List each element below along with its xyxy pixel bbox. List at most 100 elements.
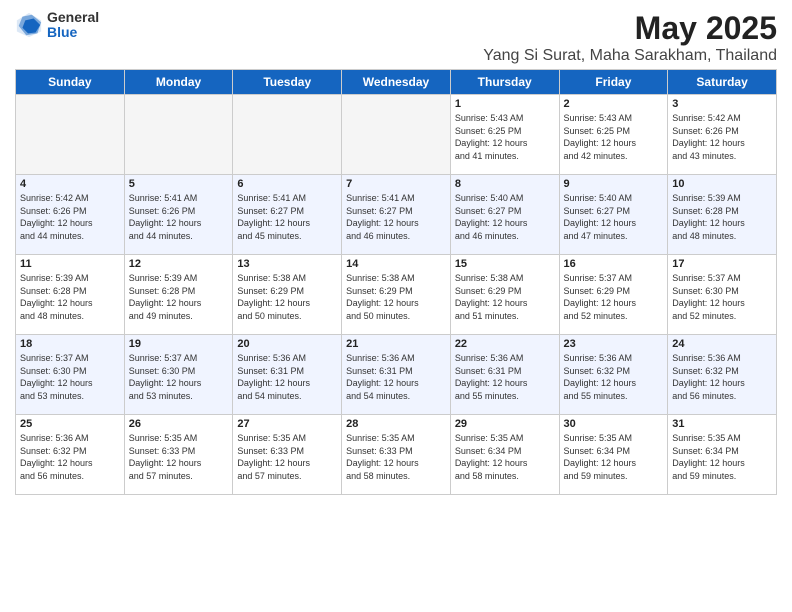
day-number: 11 [20,258,120,270]
week-row-5: 25 Sunrise: 5:36 AM Sunset: 6:32 PM Dayli… [16,415,777,495]
header-monday: Monday [124,70,233,95]
day-number: 31 [672,418,772,430]
day-number: 4 [20,178,120,190]
table-row: 21 Sunrise: 5:36 AM Sunset: 6:31 PM Dayli… [342,335,451,415]
table-row: 3Sunrise: 5:42 AM Sunset: 6:26 PM Daylig… [668,95,777,175]
cell-info: Sunrise: 5:38 AM Sunset: 6:29 PM Dayligh… [455,272,555,322]
day-number: 26 [129,418,229,430]
cell-info: Sunrise: 5:38 AM Sunset: 6:29 PM Dayligh… [237,272,337,322]
page-container: General Blue May 2025 Yang Si Surat, Mah… [0,0,792,500]
day-number: 2 [564,98,664,110]
table-row: 27 Sunrise: 5:35 AM Sunset: 6:33 PM Dayli… [233,415,342,495]
table-row: 7Sunrise: 5:41 AM Sunset: 6:27 PM Daylig… [342,175,451,255]
cell-info: Sunrise: 5:36 AM Sunset: 6:32 PM Dayligh… [564,352,664,402]
cell-info: Sunrise: 5:36 AM Sunset: 6:32 PM Dayligh… [672,352,772,402]
day-number: 24 [672,338,772,350]
cell-info: Sunrise: 5:35 AM Sunset: 6:33 PM Dayligh… [346,432,446,482]
table-row: 1 Sunrise: 5:43 AM Sunset: 6:25 PM Daylig… [450,95,559,175]
table-row: 17 Sunrise: 5:37 AM Sunset: 6:30 PM Dayli… [668,255,777,335]
header-wednesday: Wednesday [342,70,451,95]
calendar-table: Sunday Monday Tuesday Wednesday Thursday… [15,69,777,495]
cell-info: Sunrise: 5:40 AM Sunset: 6:27 PM Dayligh… [564,192,664,242]
cell-info: Sunrise: 5:39 AM Sunset: 6:28 PM Dayligh… [672,192,772,242]
day-number: 18 [20,338,120,350]
day-number: 9 [564,178,664,190]
table-row [124,95,233,175]
day-number: 30 [564,418,664,430]
title-block: May 2025 Yang Si Surat, Maha Sarakham, T… [483,10,777,65]
table-row: 29 Sunrise: 5:35 AM Sunset: 6:34 PM Dayli… [450,415,559,495]
cell-info: Sunrise: 5:36 AM Sunset: 6:32 PM Dayligh… [20,432,120,482]
main-title: May 2025 [483,10,777,47]
cell-info: Sunrise: 5:43 AM Sunset: 6:25 PM Dayligh… [455,112,555,162]
day-number: 12 [129,258,229,270]
day-number: 20 [237,338,337,350]
table-row: 22Sunrise: 5:36 AM Sunset: 6:31 PM Dayli… [450,335,559,415]
cell-info: Sunrise: 5:38 AM Sunset: 6:29 PM Dayligh… [346,272,446,322]
cell-info: Sunrise: 5:35 AM Sunset: 6:34 PM Dayligh… [564,432,664,482]
table-row: 23 Sunrise: 5:36 AM Sunset: 6:32 PM Dayli… [559,335,668,415]
week-row-2: 4Sunrise: 5:42 AM Sunset: 6:26 PM Daylig… [16,175,777,255]
table-row: 12 Sunrise: 5:39 AM Sunset: 6:28 PM Dayli… [124,255,233,335]
table-row: 13 Sunrise: 5:38 AM Sunset: 6:29 PM Dayli… [233,255,342,335]
day-number: 25 [20,418,120,430]
table-row: 14Sunrise: 5:38 AM Sunset: 6:29 PM Dayli… [342,255,451,335]
day-number: 28 [346,418,446,430]
day-number: 29 [455,418,555,430]
logo-general-text: General [47,10,99,25]
table-row [233,95,342,175]
header-saturday: Saturday [668,70,777,95]
day-number: 17 [672,258,772,270]
cell-info: Sunrise: 5:36 AM Sunset: 6:31 PM Dayligh… [346,352,446,402]
week-row-4: 18Sunrise: 5:37 AM Sunset: 6:30 PM Dayli… [16,335,777,415]
table-row: 30 Sunrise: 5:35 AM Sunset: 6:34 PM Dayli… [559,415,668,495]
logo-text: General Blue [47,10,99,41]
table-row [342,95,451,175]
table-row: 5 Sunrise: 5:41 AM Sunset: 6:26 PM Daylig… [124,175,233,255]
day-number: 8 [455,178,555,190]
day-number: 22 [455,338,555,350]
cell-info: Sunrise: 5:37 AM Sunset: 6:30 PM Dayligh… [672,272,772,322]
day-number: 5 [129,178,229,190]
day-number: 10 [672,178,772,190]
day-number: 27 [237,418,337,430]
subtitle: Yang Si Surat, Maha Sarakham, Thailand [483,47,777,65]
cell-info: Sunrise: 5:35 AM Sunset: 6:33 PM Dayligh… [129,432,229,482]
cell-info: Sunrise: 5:40 AM Sunset: 6:27 PM Dayligh… [455,192,555,242]
header-row: Sunday Monday Tuesday Wednesday Thursday… [16,70,777,95]
cell-info: Sunrise: 5:35 AM Sunset: 6:34 PM Dayligh… [672,432,772,482]
table-row: 24 Sunrise: 5:36 AM Sunset: 6:32 PM Dayli… [668,335,777,415]
day-number: 15 [455,258,555,270]
header-thursday: Thursday [450,70,559,95]
day-number: 1 [455,98,555,110]
table-row: 15 Sunrise: 5:38 AM Sunset: 6:29 PM Dayli… [450,255,559,335]
table-row: 6Sunrise: 5:41 AM Sunset: 6:27 PM Daylig… [233,175,342,255]
table-row: 16Sunrise: 5:37 AM Sunset: 6:29 PM Dayli… [559,255,668,335]
logo-blue-text: Blue [47,25,99,40]
table-row: 2 Sunrise: 5:43 AM Sunset: 6:25 PM Daylig… [559,95,668,175]
cell-info: Sunrise: 5:43 AM Sunset: 6:25 PM Dayligh… [564,112,664,162]
table-row: 26 Sunrise: 5:35 AM Sunset: 6:33 PM Dayli… [124,415,233,495]
cell-info: Sunrise: 5:35 AM Sunset: 6:33 PM Dayligh… [237,432,337,482]
table-row: 4Sunrise: 5:42 AM Sunset: 6:26 PM Daylig… [16,175,125,255]
table-row: 9 Sunrise: 5:40 AM Sunset: 6:27 PM Daylig… [559,175,668,255]
header-tuesday: Tuesday [233,70,342,95]
table-row: 28 Sunrise: 5:35 AM Sunset: 6:33 PM Dayli… [342,415,451,495]
table-row: 25 Sunrise: 5:36 AM Sunset: 6:32 PM Dayli… [16,415,125,495]
week-row-3: 11 Sunrise: 5:39 AM Sunset: 6:28 PM Dayli… [16,255,777,335]
cell-info: Sunrise: 5:41 AM Sunset: 6:27 PM Dayligh… [237,192,337,242]
cell-info: Sunrise: 5:36 AM Sunset: 6:31 PM Dayligh… [237,352,337,402]
cell-info: Sunrise: 5:39 AM Sunset: 6:28 PM Dayligh… [129,272,229,322]
day-number: 21 [346,338,446,350]
cell-info: Sunrise: 5:39 AM Sunset: 6:28 PM Dayligh… [20,272,120,322]
cell-info: Sunrise: 5:35 AM Sunset: 6:34 PM Dayligh… [455,432,555,482]
day-number: 23 [564,338,664,350]
logo-icon [15,11,43,39]
cell-info: Sunrise: 5:37 AM Sunset: 6:29 PM Dayligh… [564,272,664,322]
table-row: 8 Sunrise: 5:40 AM Sunset: 6:27 PM Daylig… [450,175,559,255]
cell-info: Sunrise: 5:41 AM Sunset: 6:26 PM Dayligh… [129,192,229,242]
cell-info: Sunrise: 5:42 AM Sunset: 6:26 PM Dayligh… [672,112,772,162]
table-row: 19Sunrise: 5:37 AM Sunset: 6:30 PM Dayli… [124,335,233,415]
table-row: 18Sunrise: 5:37 AM Sunset: 6:30 PM Dayli… [16,335,125,415]
day-number: 13 [237,258,337,270]
